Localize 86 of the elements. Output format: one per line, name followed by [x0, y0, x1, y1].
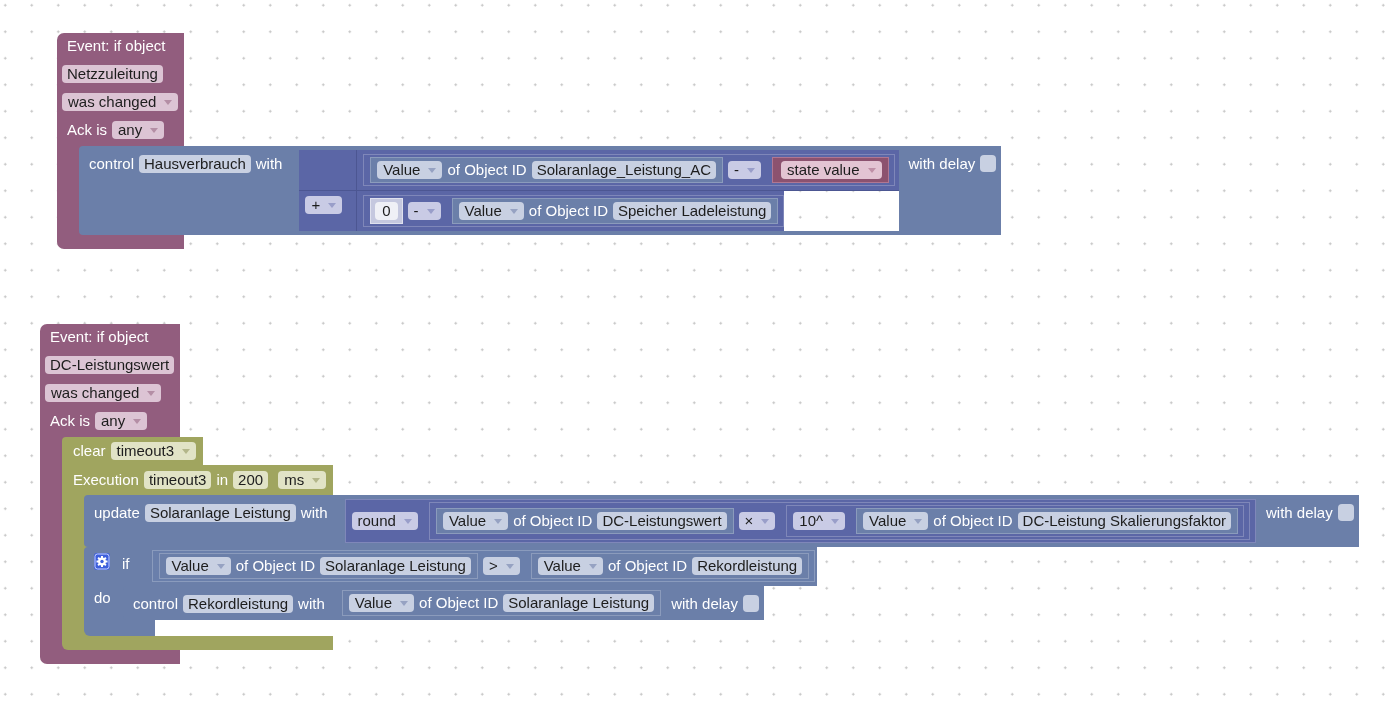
object-id-field[interactable]: DC-Leistung Skalierungsfaktor: [1017, 512, 1231, 530]
attribute-dropdown[interactable]: Value: [165, 557, 231, 575]
object-id-field[interactable]: Netzzuleitung: [62, 65, 163, 83]
attribute-dropdown[interactable]: Value: [377, 161, 443, 179]
block-label: with delay: [908, 155, 976, 173]
attribute-dropdown[interactable]: Value: [442, 512, 509, 530]
attribute-dropdown[interactable]: Value: [537, 557, 603, 575]
function-dropdown[interactable]: round: [351, 512, 418, 530]
caret-icon: [328, 202, 337, 208]
function-dropdown[interactable]: 10^: [793, 512, 846, 530]
state-value-dropdown[interactable]: state value: [780, 161, 882, 179]
object-id-field[interactable]: Solaranlage_Leistung_AC: [531, 161, 716, 179]
block-label: of Object ID: [528, 202, 608, 220]
checkbox[interactable]: [980, 155, 997, 172]
block-label: Execution: [73, 471, 139, 489]
caret-icon: [505, 563, 514, 569]
caret-icon: [831, 518, 840, 524]
caret-icon: [761, 518, 770, 524]
operator-dropdown[interactable]: +: [305, 196, 343, 214]
checkbox[interactable]: [1337, 504, 1354, 521]
block-label: Ack is: [50, 412, 90, 430]
unit-dropdown[interactable]: ms: [278, 471, 327, 489]
block-label: with: [298, 595, 325, 613]
caret-icon: [746, 167, 755, 173]
caret-icon: [147, 390, 156, 396]
block-label: control: [133, 595, 179, 613]
block-label: of Object ID: [447, 161, 527, 179]
block-label: of Object ID: [513, 512, 593, 530]
caret-icon: [588, 563, 597, 569]
caret-icon: [428, 167, 437, 173]
operator-dropdown[interactable]: >: [482, 557, 520, 575]
trigger-dropdown[interactable]: was changed: [45, 384, 162, 402]
timeout-dropdown[interactable]: timeout3: [110, 442, 197, 460]
block-label: update: [94, 504, 140, 522]
operator-dropdown[interactable]: -: [727, 161, 761, 179]
block-label: clear: [73, 442, 106, 460]
block-label: with delay: [671, 595, 738, 613]
caret-icon: [426, 208, 435, 214]
block-label: of Object ID: [607, 557, 688, 575]
delay-field[interactable]: 200: [233, 471, 269, 489]
block-label: Event: if object: [50, 328, 149, 346]
block-label: Ack is: [67, 121, 107, 139]
object-id-field[interactable]: DC-Leistungswert: [597, 512, 727, 530]
object-id-field[interactable]: Solaranlage Leistung: [319, 557, 471, 575]
caret-icon: [216, 563, 225, 569]
attribute-dropdown[interactable]: Value: [348, 594, 415, 612]
object-id-field[interactable]: Solaranlage Leistung: [503, 594, 655, 612]
checkbox[interactable]: [742, 595, 759, 612]
object-id-field[interactable]: Rekordleistung: [692, 557, 803, 575]
caret-icon: [164, 99, 173, 105]
ack-dropdown[interactable]: any: [95, 412, 148, 430]
object-id-field[interactable]: DC-Leistungswert: [45, 356, 175, 374]
caret-icon: [867, 167, 876, 173]
block-label: Event: if object: [67, 37, 166, 55]
block-label: in: [216, 471, 229, 489]
operator-dropdown[interactable]: ×: [738, 512, 776, 530]
object-id-field[interactable]: Solaranlage Leistung: [144, 504, 296, 522]
block-label: with delay: [1266, 504, 1333, 522]
gear-icon[interactable]: [94, 553, 110, 570]
block-label: of Object ID: [235, 557, 315, 575]
trigger-dropdown[interactable]: was changed: [62, 93, 179, 111]
caret-icon: [150, 127, 159, 133]
caret-icon: [914, 518, 923, 524]
object-id-field[interactable]: Speicher Ladeleistung: [613, 202, 772, 220]
attribute-dropdown[interactable]: Value: [863, 512, 929, 530]
object-id-field[interactable]: Hausverbrauch: [139, 155, 251, 173]
caret-icon: [400, 600, 409, 606]
block-label: with: [300, 504, 328, 522]
caret-icon: [403, 518, 412, 524]
block-label: with: [255, 155, 283, 173]
caret-icon: [509, 208, 518, 214]
block-label: of Object ID: [419, 594, 499, 612]
block-label: control: [89, 155, 135, 173]
block-label: do: [94, 589, 111, 606]
attribute-dropdown[interactable]: Value: [458, 202, 524, 220]
caret-icon: [494, 518, 503, 524]
number-field[interactable]: 0: [375, 202, 398, 220]
object-id-field[interactable]: Rekordleistung: [183, 595, 294, 613]
caret-icon: [312, 477, 321, 483]
operator-dropdown[interactable]: -: [407, 202, 441, 220]
caret-icon: [182, 448, 191, 454]
caret-icon: [133, 418, 142, 424]
block-label: if: [122, 555, 130, 573]
timeout-name-field[interactable]: timeout3: [143, 471, 212, 489]
block-label: of Object ID: [933, 512, 1013, 530]
ack-dropdown[interactable]: any: [112, 121, 165, 139]
